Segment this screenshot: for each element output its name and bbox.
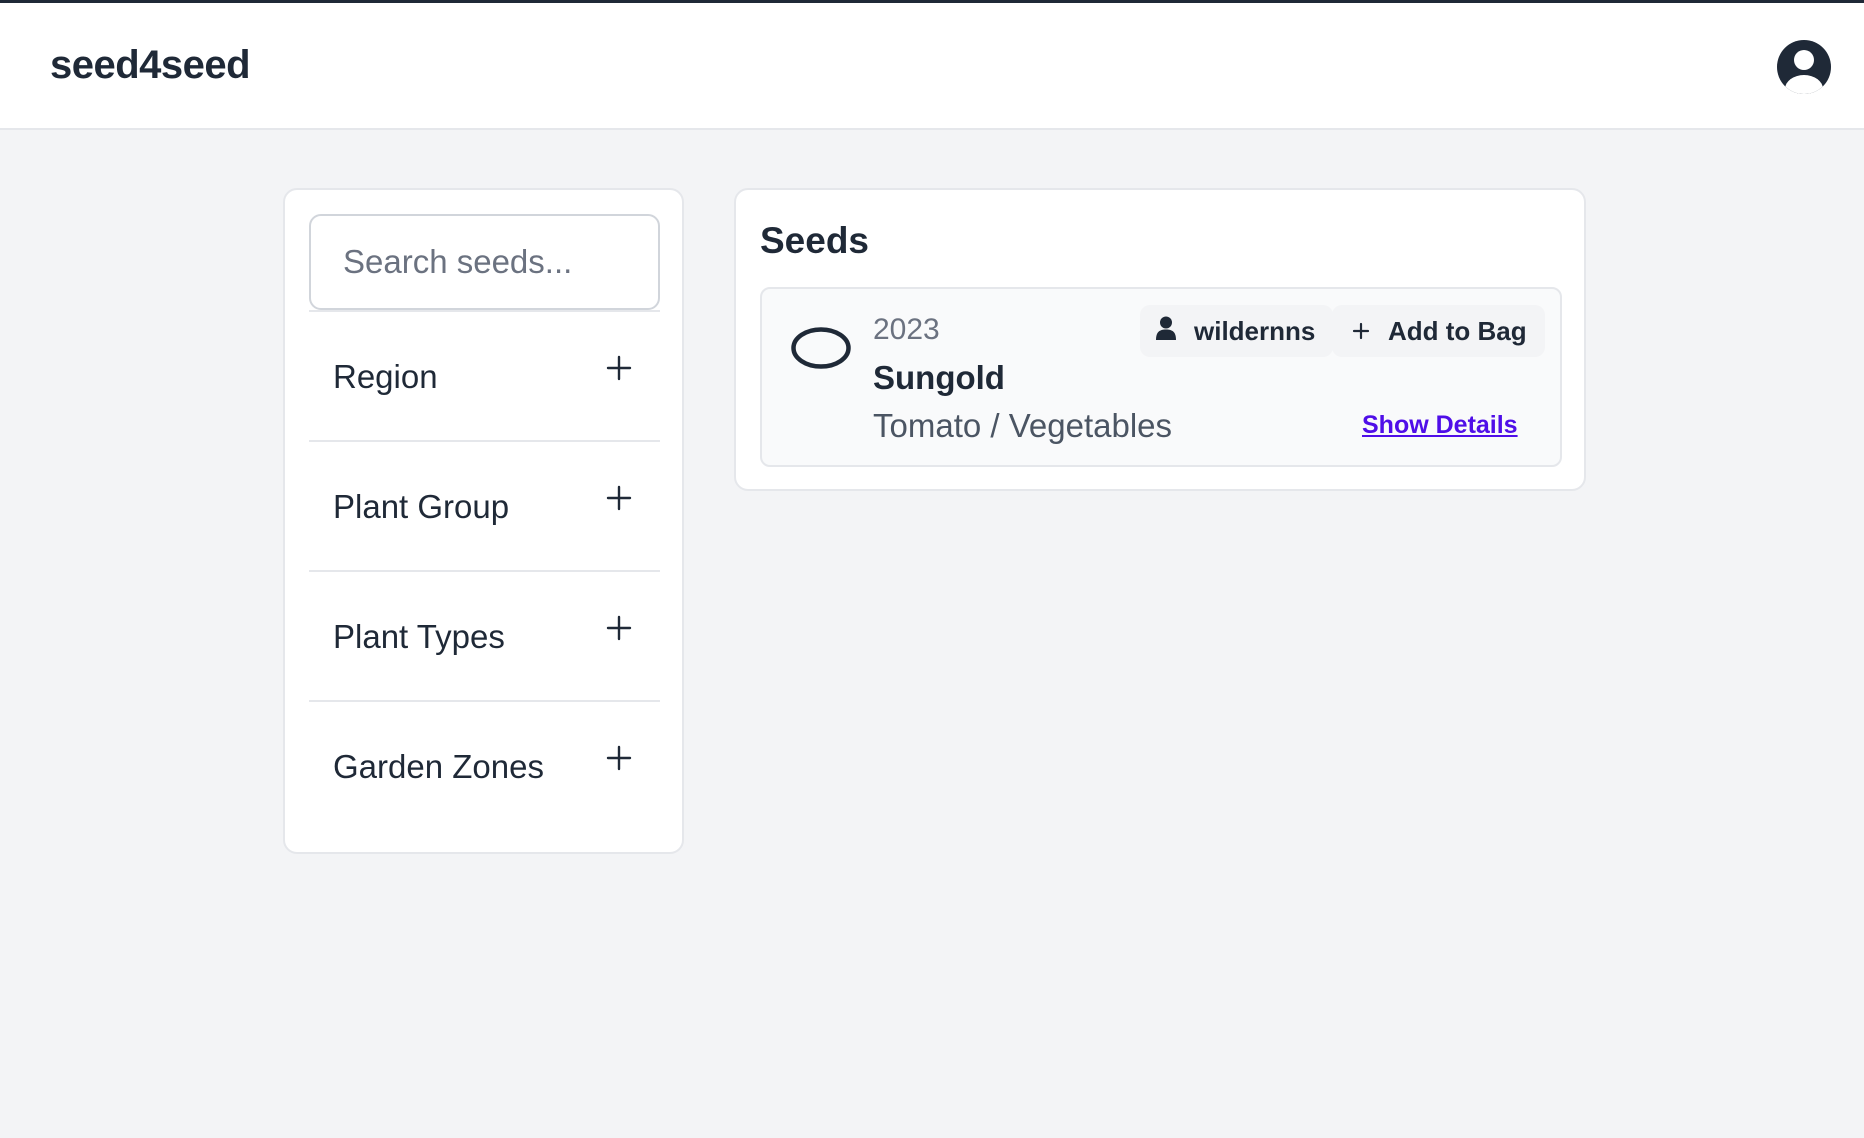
seed-card: 2023 Sungold Tomato / Vegetables wildern… xyxy=(760,287,1562,467)
seed-type: Tomato / Vegetables xyxy=(873,407,1173,444)
filter-label: Region xyxy=(333,358,438,395)
add-to-bag-label: Add to Bag xyxy=(1388,315,1527,346)
plus-icon xyxy=(1352,316,1370,347)
owner-button[interactable]: wildernns xyxy=(1140,305,1334,357)
seed-year: 2023 xyxy=(873,313,940,346)
add-to-bag-button[interactable]: Add to Bag xyxy=(1332,305,1545,357)
plus-icon[interactable] xyxy=(605,614,633,642)
user-circle-icon[interactable] xyxy=(1776,39,1832,95)
owner-name: wildernns xyxy=(1194,315,1316,346)
filter-label: Plant Types xyxy=(333,618,505,655)
page-title: Seeds xyxy=(760,220,870,261)
seed-oval-icon xyxy=(790,325,852,371)
filter-garden-zones[interactable]: Garden Zones xyxy=(309,700,660,830)
app-header: seed4seed xyxy=(0,3,1864,130)
show-details-link[interactable]: Show Details xyxy=(1362,411,1518,440)
filter-plant-group[interactable]: Plant Group xyxy=(309,440,660,570)
plus-icon[interactable] xyxy=(605,354,633,382)
filter-plant-types[interactable]: Plant Types xyxy=(309,570,660,700)
seeds-panel: Seeds 2023 Sungold Tomato / Vegetables w… xyxy=(734,188,1586,491)
plus-icon[interactable] xyxy=(605,744,633,772)
search-input[interactable] xyxy=(309,214,660,310)
filter-label: Plant Group xyxy=(333,488,510,525)
filter-label: Garden Zones xyxy=(333,748,544,785)
filter-sidebar: Region Plant Group Plant Types Garden Zo… xyxy=(283,188,684,854)
user-icon xyxy=(1156,316,1176,347)
seed-name: Sungold xyxy=(873,359,1005,396)
brand-logo[interactable]: seed4seed xyxy=(50,43,251,88)
plus-icon[interactable] xyxy=(605,484,633,512)
filter-region[interactable]: Region xyxy=(309,310,660,440)
